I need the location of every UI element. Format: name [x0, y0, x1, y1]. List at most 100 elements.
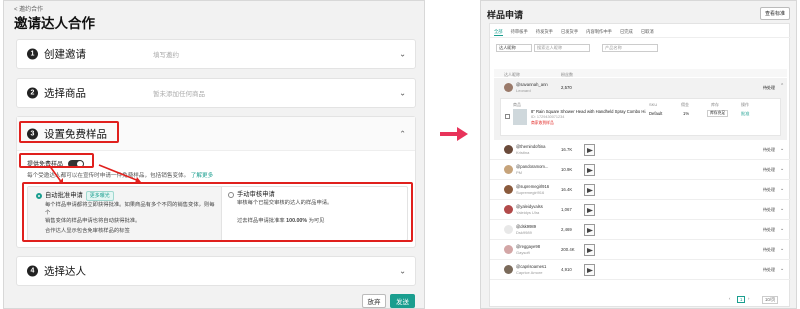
- creator-name: Kristina: [516, 150, 530, 155]
- tab-shipped[interactable]: 已发货手: [561, 29, 578, 36]
- col-stock: 库存: [711, 102, 719, 107]
- chevron-down-icon[interactable]: ⌄: [780, 206, 784, 212]
- tab-in-production[interactable]: 内容制作中手: [586, 29, 612, 36]
- status-text: 待处理: [763, 227, 775, 232]
- creator-handle[interactable]: @supremegirl916: [516, 184, 549, 189]
- learn-more-link[interactable]: 了解更多: [191, 173, 213, 179]
- status-text: 待处理: [763, 167, 775, 172]
- requests-card: 全部 待审核手 待发货手 已发货手 内容制作中手 已完成 已取消 达人昵称 搜索…: [489, 23, 791, 307]
- creator-handle[interactable]: @caprisoames1: [516, 264, 546, 269]
- follower-count: 16.7K: [561, 147, 573, 152]
- video-thumbnail-icon[interactable]: [584, 264, 595, 276]
- step-number: 4: [27, 265, 38, 277]
- search-input[interactable]: 搜索达人昵称: [534, 44, 590, 52]
- view-rules-button[interactable]: 查看标准: [759, 7, 790, 20]
- product-input[interactable]: 产品名称: [602, 44, 658, 52]
- cancel-button[interactable]: 放弃: [362, 294, 386, 308]
- request-row[interactable]: @pandoramom... PM 10.9K 待处理 ⌄: [490, 162, 791, 180]
- comparison-screenshot: < 邀约合作 邀请达人合作 1 创建邀请 填写邀约 ⌄ 2 选择商品 暂未添加任何商…: [0, 0, 800, 309]
- request-row[interactable]: @caprisoames1 Caprice Amore 4,910 待处理 ⌄: [490, 262, 791, 280]
- step-label: 创建邀请: [44, 48, 86, 61]
- chevron-up-icon[interactable]: ⌃: [399, 130, 406, 139]
- video-thumbnail-icon[interactable]: [584, 244, 595, 256]
- request-row[interactable]: @reggaye98 Gaysoft 200.4K 待处理 ⌄: [490, 242, 791, 260]
- page-title: 样品申请: [487, 10, 524, 20]
- tab-pending-review[interactable]: 待审核手: [511, 29, 528, 36]
- tab-cancelled[interactable]: 已取消: [641, 29, 654, 36]
- avatar: [504, 225, 513, 234]
- col-commission: 佣金: [681, 102, 689, 107]
- invite-creator-panel: < 邀约合作 邀请达人合作 1 创建邀请 填写邀约 ⌄ 2 选择商品 暂未添加任何商…: [3, 0, 425, 309]
- creator-name: Leonard: [516, 88, 531, 93]
- creator-select[interactable]: 达人昵称: [496, 44, 532, 52]
- product-name[interactable]: 8" Rain Square Shower Head with Handheld…: [531, 109, 646, 114]
- chevron-down-icon[interactable]: ⌄: [780, 146, 784, 152]
- creator-handle[interactable]: @dsk9989: [516, 224, 536, 229]
- annotation-arrows: [48, 164, 141, 184]
- video-thumbnail-icon[interactable]: [584, 204, 595, 216]
- video-thumbnail-icon[interactable]: [584, 144, 595, 156]
- creator-handle[interactable]: @pandoramom...: [516, 164, 548, 169]
- step-select-product[interactable]: 2 选择商品 暂未添加任何商品 ⌄: [16, 78, 416, 108]
- col-action: 操作: [741, 102, 749, 107]
- approve-link[interactable]: 批准: [741, 111, 749, 117]
- step-hint: 暂未添加任何商品: [153, 91, 205, 98]
- step-label: 选择达人: [44, 265, 86, 278]
- stock-badge: 库存充足: [707, 110, 729, 117]
- step-create-invite[interactable]: 1 创建邀请 填写邀约 ⌄: [16, 39, 416, 69]
- creator-name: PM: [516, 170, 522, 175]
- creator-name: Yaleidys Ulra: [516, 210, 540, 215]
- request-row[interactable]: @themindoftina Kristina 16.7K 待处理 ⌄: [490, 142, 791, 160]
- creator-handle[interactable]: @themindoftina: [516, 144, 545, 149]
- tab-pending-ship[interactable]: 待发货手: [536, 29, 553, 36]
- request-row[interactable]: @yaleidyvalss Yaleidys Ulra 1,067 待处理 ⌄: [490, 202, 791, 220]
- next-page-icon[interactable]: ›: [748, 296, 749, 301]
- chevron-down-icon[interactable]: ⌄: [780, 266, 784, 272]
- request-row[interactable]: @supremegirl916 Supremegirl916 16.4K 待处理 ⌄: [490, 182, 791, 200]
- chevron-down-icon[interactable]: ⌄: [780, 226, 784, 232]
- creator-handle[interactable]: @reggaye98: [516, 244, 540, 249]
- product-note: 商家收到样品: [531, 121, 554, 125]
- chevron-down-icon[interactable]: ⌄: [780, 166, 784, 172]
- chevron-down-icon[interactable]: ⌄: [780, 186, 784, 192]
- page-size-select[interactable]: 10/页: [762, 296, 779, 304]
- follower-count: 2,570: [561, 85, 572, 90]
- chevron-down-icon[interactable]: ⌄: [399, 267, 406, 276]
- chevron-down-icon[interactable]: ⌄: [399, 50, 406, 59]
- tab-all[interactable]: 全部: [494, 29, 503, 36]
- chevron-down-icon[interactable]: ⌄: [399, 89, 406, 98]
- send-button[interactable]: 发送: [390, 294, 415, 308]
- video-thumbnail-icon[interactable]: [584, 184, 595, 196]
- video-thumbnail-icon[interactable]: [584, 164, 595, 176]
- creator-handle[interactable]: @yaleidyvalss: [516, 204, 543, 209]
- step-select-creator[interactable]: 4 选择达人 ⌄: [16, 256, 416, 286]
- follower-count: 16.4K: [561, 187, 573, 192]
- chevron-up-icon[interactable]: ⌃: [780, 83, 784, 89]
- product-id: ID: 1729430071234: [531, 115, 565, 119]
- avatar: [504, 245, 513, 254]
- product-image: [513, 109, 527, 125]
- page-number[interactable]: 1: [737, 296, 746, 303]
- request-row[interactable]: @dsk9989 Dsk9989 2,469 待处理 ⌄: [490, 222, 791, 240]
- annotation-box-step3: [19, 121, 119, 143]
- product-detail: 商品 SKU 佣金 库存 操作 8" Rain Square Shower He…: [500, 98, 781, 136]
- status-text: 待处理: [763, 187, 775, 192]
- prev-page-icon[interactable]: ‹: [729, 296, 730, 301]
- step-hint: 填写邀约: [153, 52, 179, 59]
- creator-handle[interactable]: @savannah_ann: [516, 82, 548, 87]
- creator-name: Gaysoft: [516, 250, 530, 255]
- video-thumbnail-icon[interactable]: [584, 224, 595, 236]
- avatar: [504, 165, 513, 174]
- chevron-down-icon[interactable]: ⌄: [780, 246, 784, 252]
- avatar: [504, 83, 513, 92]
- follower-count: 1,067: [561, 207, 572, 212]
- page-title: 邀请达人合作: [14, 16, 95, 31]
- status-tabs: 全部 待审核手 待发货手 已发货手 内容制作中手 已完成 已取消: [494, 29, 662, 36]
- step-number: 1: [27, 48, 38, 60]
- arrow-right-icon: [440, 127, 468, 141]
- tab-completed[interactable]: 已完成: [620, 29, 633, 36]
- creator-name: Caprice Amore: [516, 270, 543, 275]
- row-checkbox[interactable]: [505, 114, 510, 119]
- col-sku: SKU: [649, 102, 658, 107]
- expanded-request: @savannah_ann Leonard 2,570 待处理 ⌃ 商品 SKU…: [494, 78, 787, 140]
